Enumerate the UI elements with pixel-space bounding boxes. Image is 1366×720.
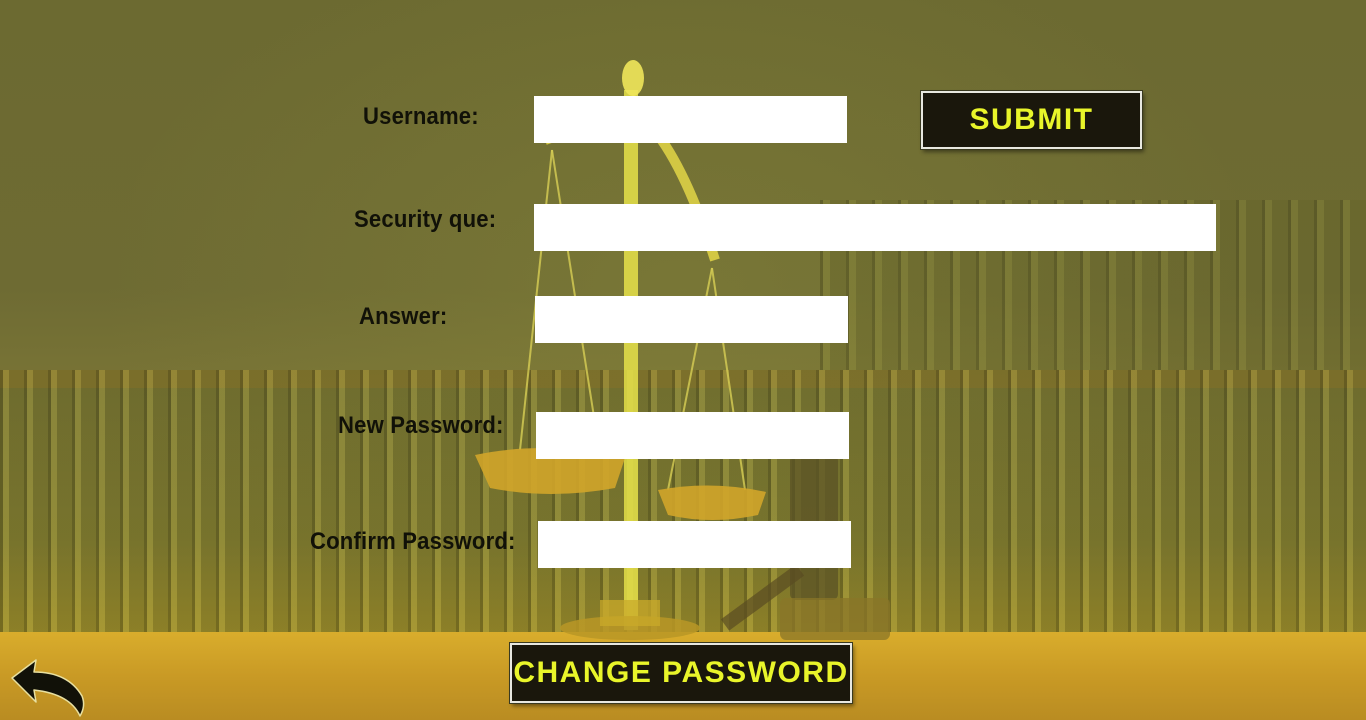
- confirm-password-label: Confirm Password:: [310, 528, 516, 555]
- answer-label: Answer:: [359, 303, 448, 330]
- security-question-input[interactable]: [534, 204, 1216, 251]
- security-question-label: Security que:: [354, 206, 497, 233]
- back-arrow-icon: [11, 659, 85, 717]
- answer-input[interactable]: [535, 296, 848, 343]
- confirm-password-input[interactable]: [538, 521, 851, 568]
- back-button[interactable]: [8, 656, 88, 720]
- new-password-input[interactable]: [536, 412, 849, 459]
- username-label: Username:: [363, 103, 479, 130]
- submit-button[interactable]: SUBMIT: [921, 91, 1142, 149]
- new-password-label: New Password:: [338, 412, 504, 439]
- change-password-button[interactable]: CHANGE PASSWORD: [510, 643, 852, 703]
- username-input[interactable]: [534, 96, 847, 143]
